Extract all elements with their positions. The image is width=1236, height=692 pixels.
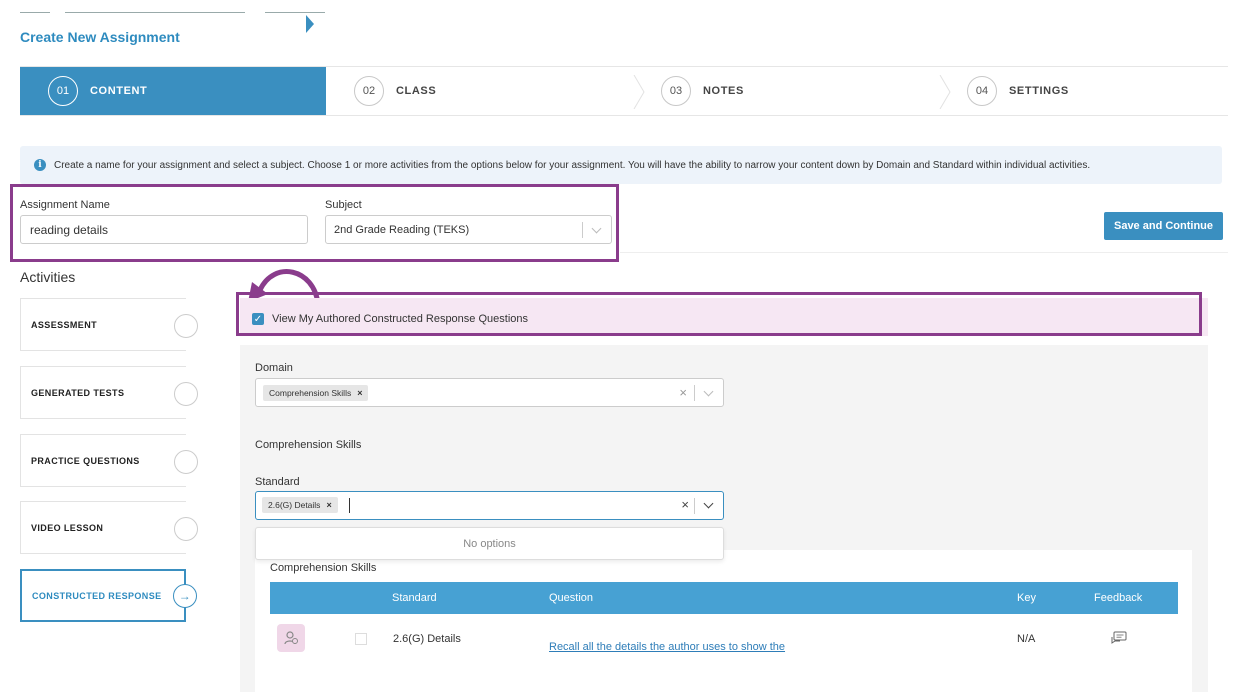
step-active-arrow-icon bbox=[306, 15, 314, 33]
annotation-highlight-form bbox=[10, 184, 619, 262]
activities-title: Activities bbox=[20, 269, 76, 285]
domain-label: Domain bbox=[255, 362, 293, 374]
row-key: N/A bbox=[1017, 633, 1036, 645]
row-standard: 2.6(G) Details bbox=[393, 633, 461, 645]
activity-label: GENERATED TESTS bbox=[31, 387, 125, 398]
info-text: Create a name for your assignment and se… bbox=[54, 159, 1091, 171]
authored-user-icon bbox=[277, 624, 305, 652]
row-select-checkbox[interactable] bbox=[355, 633, 367, 645]
row-question-link[interactable]: Recall all the details the author uses t… bbox=[549, 641, 785, 653]
text-cursor bbox=[349, 498, 350, 513]
step-number: 02 bbox=[354, 76, 384, 106]
step-notes[interactable]: 03 NOTES bbox=[661, 67, 744, 115]
standard-chip-label: 2.6(G) Details bbox=[268, 500, 321, 510]
breadcrumb bbox=[20, 8, 440, 18]
select-divider bbox=[694, 385, 695, 401]
standard-dropdown-menu: No options bbox=[255, 527, 724, 560]
step-number: 03 bbox=[661, 76, 691, 106]
standard-chip: 2.6(G) Details × bbox=[262, 497, 338, 513]
step-content[interactable]: 01 CONTENT bbox=[20, 67, 326, 115]
activity-constructed-response[interactable]: CONSTRUCTED RESPONSE → bbox=[20, 569, 197, 622]
chevron-down-icon[interactable] bbox=[703, 386, 714, 397]
domain-chip-label: Comprehension Skills bbox=[269, 388, 352, 398]
divider bbox=[620, 252, 1228, 253]
activity-label: VIDEO LESSON bbox=[31, 522, 104, 533]
authored-questions-label[interactable]: View My Authored Constructed Response Qu… bbox=[272, 313, 528, 325]
col-question: Question bbox=[549, 592, 594, 604]
authored-questions-checkbox[interactable]: ✓ bbox=[252, 313, 264, 325]
chip-remove-icon[interactable]: × bbox=[326, 500, 331, 510]
activity-practice-questions[interactable]: PRACTICE QUESTIONS bbox=[20, 434, 198, 487]
col-key: Key bbox=[1017, 592, 1036, 604]
activity-label: ASSESSMENT bbox=[31, 319, 98, 330]
step-separator-icon bbox=[633, 75, 645, 109]
domain-section-title: Comprehension Skills bbox=[255, 439, 362, 451]
chip-remove-icon[interactable]: × bbox=[357, 388, 362, 398]
step-label: CONTENT bbox=[90, 85, 148, 97]
domain-select[interactable]: Comprehension Skills × × bbox=[255, 378, 724, 407]
standard-label: Standard bbox=[255, 476, 300, 488]
info-banner: i Create a name for your assignment and … bbox=[20, 146, 1222, 184]
activity-generated-tests[interactable]: GENERATED TESTS bbox=[20, 366, 198, 419]
save-and-continue-button[interactable]: Save and Continue bbox=[1104, 212, 1223, 240]
activity-video-lesson[interactable]: VIDEO LESSON bbox=[20, 501, 198, 554]
activity-label: CONSTRUCTED RESPONSE bbox=[32, 590, 162, 601]
clear-icon[interactable]: × bbox=[679, 385, 687, 400]
no-options-text: No options bbox=[463, 537, 516, 550]
col-standard: Standard bbox=[392, 592, 437, 604]
radio-circle-icon bbox=[174, 450, 198, 474]
step-label: SETTINGS bbox=[1009, 85, 1069, 97]
radio-circle-icon bbox=[174, 517, 198, 541]
step-label: NOTES bbox=[703, 85, 744, 97]
domain-chip: Comprehension Skills × bbox=[263, 385, 369, 401]
step-number: 04 bbox=[967, 76, 997, 106]
step-number: 01 bbox=[48, 76, 78, 106]
activity-assessment[interactable]: ASSESSMENT bbox=[20, 298, 198, 351]
info-icon: i bbox=[34, 159, 46, 171]
radio-circle-icon bbox=[174, 382, 198, 406]
step-settings[interactable]: 04 SETTINGS bbox=[967, 67, 1069, 115]
feedback-comment-icon[interactable] bbox=[1110, 631, 1128, 645]
clear-icon[interactable]: × bbox=[681, 497, 689, 512]
activity-label: PRACTICE QUESTIONS bbox=[31, 455, 140, 466]
step-wizard: 01 CONTENT 02 CLASS 03 NOTES 04 SETTINGS bbox=[20, 66, 1228, 116]
results-card bbox=[255, 550, 1192, 692]
step-class[interactable]: 02 CLASS bbox=[354, 67, 436, 115]
select-divider bbox=[694, 498, 695, 514]
col-feedback: Feedback bbox=[1094, 592, 1143, 604]
standard-select[interactable]: 2.6(G) Details × × bbox=[255, 491, 724, 520]
step-label: CLASS bbox=[396, 85, 437, 97]
page-title: Create New Assignment bbox=[20, 29, 180, 45]
results-group-title: Comprehension Skills bbox=[270, 562, 377, 574]
radio-circle-icon bbox=[174, 314, 198, 338]
results-table-header: Standard Question Key Feedback bbox=[270, 582, 1178, 614]
chevron-down-icon[interactable] bbox=[703, 498, 714, 509]
step-separator-icon bbox=[939, 75, 951, 109]
arrow-right-icon: → bbox=[173, 584, 197, 608]
